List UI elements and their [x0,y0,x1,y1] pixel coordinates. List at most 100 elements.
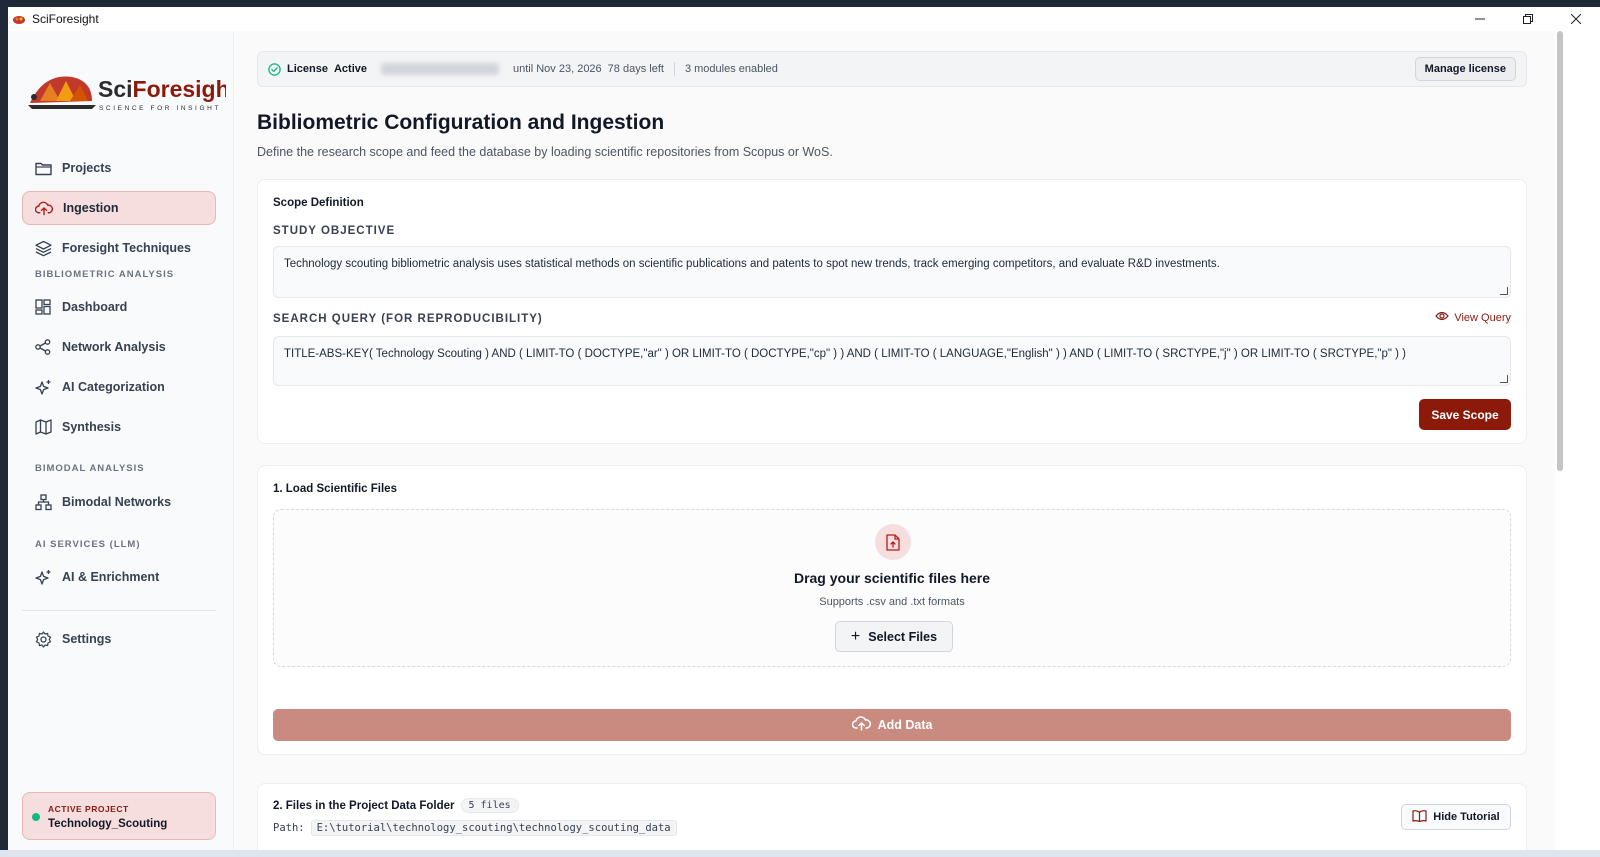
status-dot [32,813,40,821]
section-ai-services: AI SERVICES (LLM) [35,539,141,550]
sidebar-item-bimodal-networks[interactable]: Bimodal Networks [22,485,216,519]
resize-handle[interactable] [1500,287,1508,295]
study-objective-text: Technology scouting bibliometric analysi… [284,258,1220,270]
map-icon [34,418,52,436]
view-query-link[interactable]: View Query [1435,311,1511,324]
files-card-title-text: 2. Files in the Project Data Folder [273,799,455,812]
license-key-redacted [381,63,499,75]
sparkles-icon [34,568,52,586]
project-files-card: 2. Files in the Project Data Folder 5 fi… [257,783,1527,857]
sidebar-item-label: Settings [62,632,112,646]
check-circle-icon [268,62,281,76]
main-content: License Active until Nov 23, 2026 78 day… [235,31,1555,857]
page-title: Bibliometric Configuration and Ingestion [257,111,665,134]
search-query-input[interactable]: TITLE-ABS-KEY( Technology Scouting ) AND… [273,336,1511,386]
license-label: License [287,63,328,75]
sidebar-item-foresight-techniques[interactable]: Foresight Techniques [22,231,216,265]
title-bar: SciForesight [8,7,1600,31]
app-icon [12,12,26,26]
hide-tutorial-button[interactable]: Hide Tutorial [1401,804,1511,830]
sidebar-item-ai-enrichment[interactable]: AI & Enrichment [22,560,216,594]
add-data-button[interactable]: Add Data [273,709,1511,741]
minimize-button[interactable] [1456,7,1504,31]
sidebar-divider [22,610,216,611]
data-folder-path: Path: E:\tutorial\technology_scouting\te… [273,820,677,836]
sidebar-item-projects[interactable]: Projects [22,151,216,185]
scope-definition-card: Scope Definition STUDY OBJECTIVE Technol… [257,179,1527,444]
book-icon [1412,809,1427,825]
sidebar-item-label: AI Categorization [62,380,165,394]
logo-tagline: SCIENCE FOR INSIGHT [99,105,221,112]
load-card-title: 1. Load Scientific Files [273,483,397,495]
license-days-left: 78 days left [607,63,664,75]
license-bar: License Active until Nov 23, 2026 78 day… [257,51,1527,87]
sidebar-item-label: Projects [62,161,112,175]
hide-tutorial-label: Hide Tutorial [1433,811,1500,823]
select-files-label: Select Files [868,629,938,644]
window-title: SciForesight [32,12,99,26]
main-scrollbar[interactable] [1557,31,1563,471]
select-files-button[interactable]: + Select Files [835,621,953,652]
logo-name: SciForesight [98,76,226,102]
sidebar-item-label: Ingestion [63,201,119,215]
license-until: until Nov 23, 2026 [513,63,602,75]
logo: SciForesight SCIENCE FOR INSIGHT [26,67,238,117]
path-label: Path: [273,822,305,834]
network-icon [34,493,52,511]
path-value: E:\tutorial\technology_scouting\technolo… [310,820,677,836]
manage-license-button[interactable]: Manage license [1414,57,1516,81]
file-upload-icon [875,524,911,560]
page-subtitle: Define the research scope and feed the d… [257,145,833,159]
license-status: Active [333,63,367,75]
eye-icon [1435,311,1450,324]
active-project-name: Technology_Scouting [48,818,168,830]
sidebar-item-synthesis[interactable]: Synthesis [22,410,216,444]
sidebar-item-label: Bimodal Networks [62,495,172,509]
active-project-card[interactable]: ACTIVE PROJECT Technology_Scouting [22,792,216,840]
app-window: SciForesight SciForesight SCI [8,7,1600,857]
sidebar: SciForesight SCIENCE FOR INSIGHT Project… [8,31,238,857]
sidebar-item-label: Network Analysis [62,340,166,354]
sidebar-item-label: Foresight Techniques [62,241,191,255]
dashboard-icon [34,298,52,316]
cloud-upload-icon [35,199,53,217]
active-project-label: ACTIVE PROJECT [48,804,129,814]
search-query-text: TITLE-ABS-KEY( Technology Scouting ) AND… [284,348,1407,360]
sidebar-item-settings[interactable]: Settings [22,622,216,656]
taskbar [0,850,1600,857]
view-query-label: View Query [1454,311,1511,324]
layers-icon [34,239,52,257]
save-scope-button[interactable]: Save Scope [1419,399,1511,430]
search-query-label: SEARCH QUERY (FOR REPRODUCIBILITY) [273,313,543,325]
folder-icon [34,159,52,177]
sparkles-icon [34,378,52,396]
sidebar-item-label: Dashboard [62,300,128,314]
cloud-upload-icon [851,716,871,734]
sidebar-item-network-analysis[interactable]: Network Analysis [22,330,216,364]
study-objective-label: STUDY OBJECTIVE [273,225,396,237]
load-files-card: 1. Load Scientific Files Drag your scien… [257,465,1527,755]
license-divider [673,62,675,76]
sidebar-item-ai-categorization[interactable]: AI Categorization [22,370,216,404]
sidebar-item-label: AI & Enrichment [62,570,160,584]
close-button[interactable] [1552,7,1600,31]
add-data-label: Add Data [877,718,933,732]
share-icon [34,338,52,356]
license-modules: 3 modules enabled [684,63,778,75]
section-bimodal-analysis: BIMODAL ANALYSIS [35,463,145,474]
sidebar-item-label: Synthesis [62,420,122,434]
study-objective-input[interactable]: Technology scouting bibliometric analysi… [273,246,1511,298]
dropzone-subtitle: Supports .csv and .txt formats [819,596,965,608]
file-count-badge: 5 files [460,798,519,813]
section-bibliometric-analysis: BIBLIOMETRIC ANALYSIS [35,269,175,280]
sidebar-item-dashboard[interactable]: Dashboard [22,290,216,324]
gear-icon [34,630,52,648]
sidebar-item-ingestion[interactable]: Ingestion [22,191,216,225]
dropzone-title: Drag your scientific files here [793,570,991,586]
plus-icon: + [850,627,861,645]
file-dropzone[interactable]: Drag your scientific files here Supports… [273,509,1511,667]
scope-card-title: Scope Definition [273,197,364,209]
restore-button[interactable] [1504,7,1552,31]
resize-handle[interactable] [1500,375,1508,383]
files-card-title: 2. Files in the Project Data Folder 5 fi… [273,798,519,813]
